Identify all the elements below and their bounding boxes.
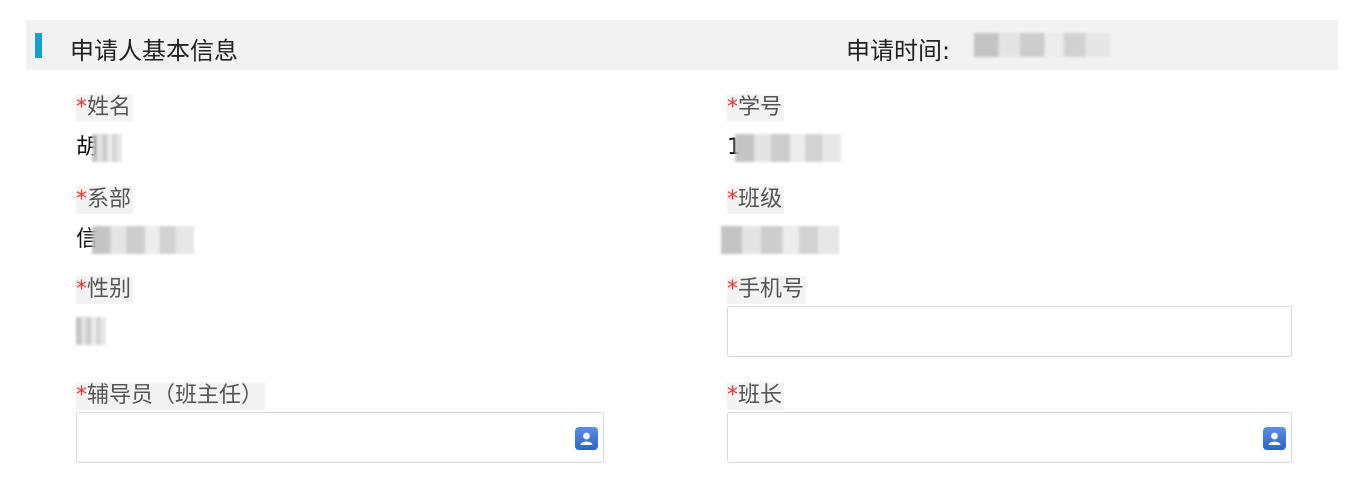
counselor-label: *辅导员（班主任） [76, 382, 266, 410]
gender-value [76, 317, 106, 345]
department-label: *系部 [76, 186, 134, 214]
student-id-label: *学号 [727, 94, 785, 122]
class-value [721, 226, 839, 254]
name-label: *姓名 [76, 94, 134, 122]
counselor-input[interactable] [76, 412, 604, 463]
gender-label-text: 性别 [87, 277, 132, 302]
required-mark: * [76, 383, 87, 408]
student-id-value: 1 [727, 134, 841, 162]
phone-label-text: 手机号 [738, 277, 805, 302]
user-icon [1268, 432, 1281, 445]
class-label-text: 班级 [738, 187, 783, 212]
required-mark: * [727, 383, 738, 408]
apply-time-value-redacted [974, 33, 1110, 57]
department-value-redacted [92, 226, 195, 254]
name-value-redacted [92, 134, 123, 162]
user-icon [580, 432, 593, 445]
gender-label: *性别 [76, 276, 134, 304]
counselor-label-text: 辅导员（班主任） [87, 383, 264, 408]
section-accent-bar [35, 33, 42, 58]
required-mark: * [76, 277, 87, 302]
section-header: 申请人基本信息 申请时间: [26, 20, 1338, 70]
section-title: 申请人基本信息 [70, 37, 238, 65]
required-mark: * [727, 277, 738, 302]
required-mark: * [76, 187, 87, 212]
phone-label: *手机号 [727, 276, 807, 304]
form-page: 申请人基本信息 申请时间: *姓名 胡 *学号 1 *系部 信 *班级 *性别 … [0, 0, 1369, 486]
monitor-label: *班长 [727, 382, 785, 410]
required-mark: * [727, 95, 738, 120]
user-picker-icon[interactable] [575, 427, 598, 450]
student-id-label-text: 学号 [738, 95, 783, 120]
required-mark: * [76, 95, 87, 120]
required-mark: * [727, 187, 738, 212]
gender-value-redacted [76, 317, 106, 345]
class-value-redacted [721, 226, 839, 254]
apply-time-label: 申请时间: [846, 37, 951, 65]
monitor-label-text: 班长 [738, 383, 783, 408]
phone-input[interactable] [727, 306, 1292, 357]
user-picker-icon[interactable] [1263, 427, 1286, 450]
department-label-text: 系部 [87, 187, 132, 212]
name-value: 胡 [76, 134, 123, 162]
monitor-input[interactable] [727, 412, 1292, 463]
name-label-text: 姓名 [87, 95, 132, 120]
department-value: 信 [76, 226, 195, 254]
class-label: *班级 [727, 186, 785, 214]
student-id-value-redacted [735, 134, 841, 162]
